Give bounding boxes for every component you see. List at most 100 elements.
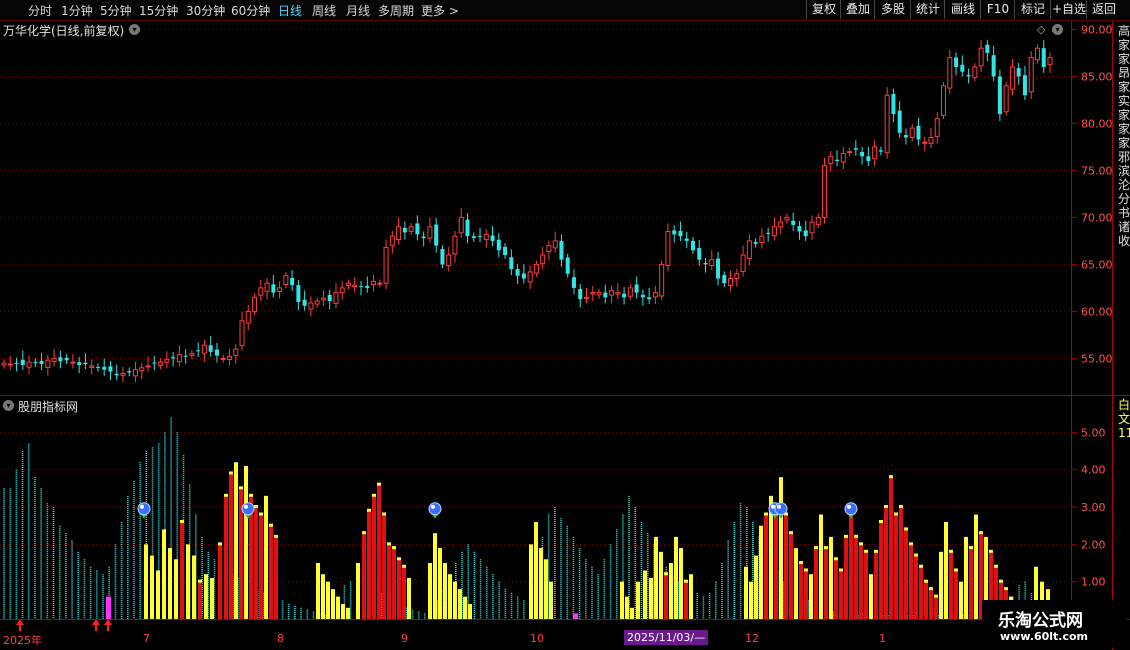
indicator-bar-yellow [316, 563, 320, 619]
indicator-bar-cap [269, 523, 273, 527]
toolbar-button-1[interactable]: 叠加 [840, 0, 875, 19]
period-tab-7[interactable]: 周线 [312, 2, 336, 19]
period-tab-3[interactable]: 15分钟 [139, 2, 178, 19]
candle-body-up [1028, 57, 1034, 93]
indicator-bar-yellow [809, 574, 813, 619]
indicator-bar-red [804, 570, 808, 619]
indicator-bar-cap [224, 493, 228, 497]
indicator-title: 股朋指标网 [18, 400, 79, 414]
toolbar-button-3[interactable]: 统计 [910, 0, 945, 19]
candle-body-down [716, 258, 721, 279]
toolbar-button-5[interactable]: F10 [980, 0, 1015, 19]
candle-body-down [290, 277, 295, 286]
period-tab-1[interactable]: 1分钟 [61, 2, 93, 19]
indicator-bar-yellow [829, 536, 833, 619]
candle-body-up [233, 348, 239, 356]
candle-body-up [339, 287, 345, 294]
indicator-bar-red [904, 529, 908, 619]
candle-body-up [176, 354, 182, 363]
indicator-bar-cap [979, 531, 983, 535]
candle-body-down [860, 151, 865, 157]
indicator-bar-yellow [458, 589, 462, 619]
kline-chart-canvas[interactable]: 90.0085.0080.0075.0070.0065.0060.0055.00… [0, 0, 1130, 650]
candle-body-up [383, 246, 389, 284]
candle-body-down [83, 362, 88, 365]
indicator-bar-cap [367, 508, 371, 512]
indicator-bar-red [859, 544, 863, 619]
indicator-bar-red [924, 581, 928, 619]
candle-body-down [647, 297, 652, 300]
toolbar-button-6[interactable]: 标记 [1014, 0, 1051, 19]
candle-body-down [797, 226, 802, 232]
candle-body-up [941, 85, 947, 116]
toolbar-button-7[interactable]: +自选 [1050, 0, 1087, 19]
candle-body-down [571, 277, 576, 288]
indicator-bar-cap [239, 486, 243, 490]
indicator-bar-yellow [443, 563, 447, 619]
indicator-bar-red [789, 533, 793, 619]
indicator-bar-red [919, 566, 923, 619]
candle-body-down [421, 236, 426, 239]
chevron-down-icon[interactable]: ▾ [129, 24, 140, 35]
buy-signal-ball-icon [774, 502, 788, 516]
period-tab-5[interactable]: 60分钟 [231, 2, 270, 19]
candle-body-down [916, 125, 921, 140]
candle-body-up [872, 146, 878, 160]
top-toolbar: 分时 1分钟 5分钟 15分钟 30分钟 60分钟 日线 周线 月线 多周期 更多 > 复权 叠加 多股… [0, 0, 1130, 21]
date-axis-label: 7 [143, 632, 150, 645]
period-tab-8[interactable]: 月线 [346, 2, 370, 19]
indicator-bar-red [844, 536, 848, 619]
price-tick-label: 75.00 [1081, 164, 1113, 177]
chevron-down-icon[interactable]: ▾ [1052, 24, 1063, 35]
buy-signal-ball-icon [241, 502, 255, 516]
indicator-bar-red [839, 570, 843, 619]
indicator-bar-cap [764, 512, 768, 516]
indicator-bar-cap [929, 587, 933, 591]
indicator-bar-red [814, 548, 818, 619]
candle-body-down [853, 148, 858, 150]
candle-body-up [1, 362, 7, 366]
toolbar-button-4[interactable]: 画线 [944, 0, 981, 19]
period-tab-10[interactable]: 更多 > [421, 2, 459, 19]
candle-body-up [928, 137, 934, 144]
indicator-bar-cap [664, 572, 668, 576]
candle-body-down [64, 357, 69, 361]
indicator-bar-red [274, 536, 278, 619]
indicator-bar-yellow [636, 581, 640, 619]
candle-body-down [95, 367, 100, 369]
period-tab-4[interactable]: 30分钟 [186, 2, 225, 19]
candle-body-down [496, 239, 501, 251]
period-tab-9[interactable]: 多周期 [378, 2, 414, 19]
price-tick-label: 80.00 [1081, 117, 1113, 130]
candle-body-down [440, 248, 445, 265]
candle-body-up [258, 287, 264, 296]
indicator-bar-cap [180, 519, 184, 523]
indicator-bar-cap [989, 549, 993, 553]
stock-title: 万华化学(日线,前复权) [3, 24, 125, 38]
indicator-bar-yellow [754, 555, 758, 619]
candle-body-down [622, 293, 627, 298]
period-tab-2[interactable]: 5分钟 [100, 2, 132, 19]
candle-body-down [171, 357, 176, 359]
toolbar-button-0[interactable]: 复权 [806, 0, 841, 19]
toolbar-button-2[interactable]: 多股 [874, 0, 911, 19]
indicator-bar-cap [789, 531, 793, 535]
indicator-bar-red [684, 581, 688, 619]
date-axis-label: 10 [530, 632, 544, 645]
candle-body-down [302, 299, 307, 306]
indicator-bar-red [372, 495, 376, 619]
candle-body-down [578, 289, 583, 300]
toolbar-button-8[interactable]: 返回 [1086, 0, 1121, 19]
diamond-icon[interactable]: ◇ [1037, 23, 1045, 36]
candle-body-up [978, 47, 984, 67]
period-tab-0[interactable]: 分时 [28, 2, 52, 19]
indicator-bar-cap [397, 557, 401, 561]
candle-body-down [565, 257, 570, 274]
candle-body-down [39, 360, 44, 365]
candle-body-up [540, 254, 546, 264]
candle-body-up [1047, 57, 1053, 66]
chevron-down-icon[interactable]: ▾ [3, 400, 14, 411]
indicator-bar-yellow [407, 577, 411, 619]
period-tab-6[interactable]: 日线 [278, 2, 302, 19]
indicator-bar-yellow [534, 521, 538, 619]
